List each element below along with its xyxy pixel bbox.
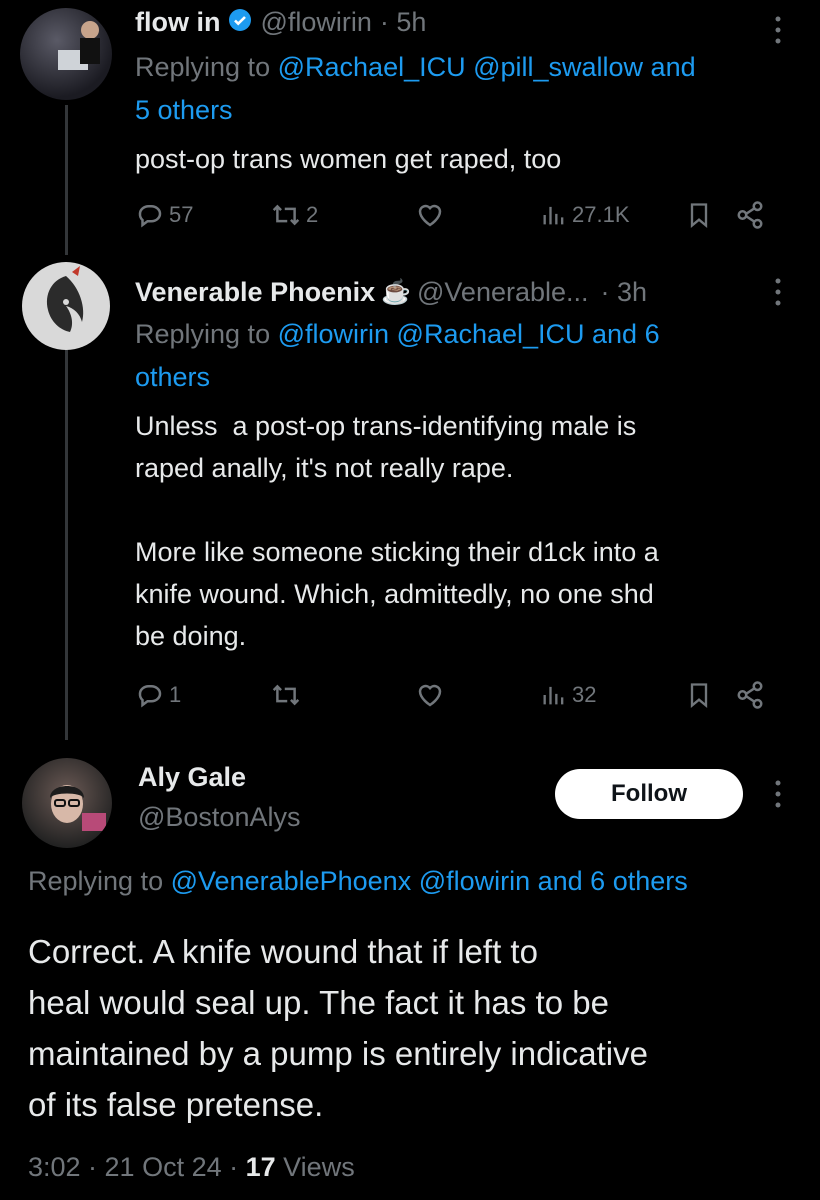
like-icon [418,684,442,707]
coffee-emoji: ☕ [381,278,411,306]
views-icon [543,206,564,225]
tweet-body: post-op trans women get raped, too [135,144,562,174]
share-icon [737,201,763,229]
views-button[interactable]: 32 [540,675,596,715]
author-handle[interactable]: @flowirin [260,7,371,38]
retweet-button[interactable]: 2 [270,195,318,235]
views-icon [543,686,564,705]
replying-prefix: Replying to [135,319,271,349]
author-handle[interactable]: @BostonAlys [138,802,300,833]
share-button[interactable] [735,195,765,235]
share-button[interactable] [735,675,765,715]
replying-prefix: Replying to [135,52,271,82]
avatar[interactable] [22,262,110,350]
retweet-count: 2 [306,202,319,227]
more-icon[interactable] [770,778,786,815]
retweet-button[interactable] [270,675,302,715]
bookmark-button[interactable] [685,675,713,715]
action-bar: 57 2 27.1K [135,195,775,235]
like-button[interactable] [415,675,445,715]
replying-mentions[interactable]: @Rachael_ICU @pill_swallow and [278,52,696,82]
replying-others[interactable]: others [135,362,210,392]
reply-count: 1 [169,682,182,707]
like-button[interactable] [415,195,445,235]
verified-icon [228,8,252,37]
tweet-body: Correct. A knife wound that if left to h… [28,933,648,1123]
retweet-icon [272,204,300,226]
reply-count: 57 [169,202,194,227]
views-count: 27.1K [572,202,630,227]
thread-line [65,105,68,255]
follow-button[interactable]: Follow [555,769,743,819]
reply-button[interactable]: 1 [135,675,181,715]
retweet-icon [272,684,300,706]
more-icon[interactable] [770,14,786,51]
views-count: 32 [572,682,597,707]
author-name[interactable]: Venerable Phoenix [135,277,375,308]
views-button[interactable]: 27.1K [540,195,630,235]
replying-prefix: Replying to [28,866,164,896]
like-icon [418,204,442,227]
bookmark-icon [690,683,708,708]
tweet-body: Unless a post-op trans-identifying male … [135,411,659,651]
reply-button[interactable]: 57 [135,195,193,235]
tweet-time[interactable]: · 5h [380,7,427,38]
author-name[interactable]: Aly Gale [138,762,246,793]
replying-mentions[interactable]: @VenerablePhoenx @flowirin and 6 others [171,866,688,896]
views-count: 17 [245,1152,276,1182]
bookmark-icon [690,203,708,228]
replying-to: Replying to @Rachael_ICU @pill_swallow a… [135,46,696,132]
replying-mentions[interactable]: @flowirin @Rachael_ICU and 6 [278,319,660,349]
share-icon [737,681,763,709]
author-name[interactable]: flow in [135,7,220,38]
reply-icon [138,205,162,228]
avatar[interactable] [20,8,112,100]
timestamp[interactable]: 3:02 · 21 Oct 24 · [28,1152,246,1182]
tweet-time[interactable]: · 3h [601,277,648,308]
bookmark-button[interactable] [685,195,713,235]
views-label: Views [275,1152,355,1182]
action-bar: 1 32 [135,675,775,715]
tweet-meta: 3:02 · 21 Oct 24 · 17 Views [28,1152,355,1183]
thread-line [65,345,68,740]
reply-icon [138,685,162,708]
replying-others[interactable]: 5 others [135,95,233,125]
replying-to: Replying to @flowirin @Rachael_ICU and 6… [135,313,660,399]
avatar[interactable] [22,758,112,848]
replying-to: Replying to @VenerablePhoenx @flowirin a… [28,866,688,897]
author-handle[interactable]: @Venerable... [417,277,589,308]
more-icon[interactable] [770,276,786,313]
